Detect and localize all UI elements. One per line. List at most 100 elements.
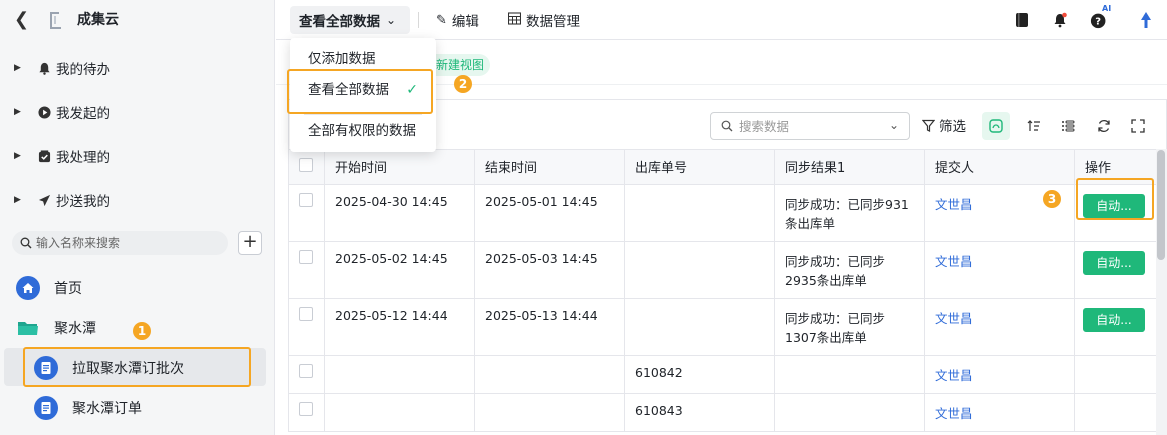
submitter-cell[interactable]: 文世昌 xyxy=(924,393,1075,432)
column-header[interactable]: 开始时间 xyxy=(324,149,475,185)
view-selector-label: 查看全部数据 xyxy=(299,14,380,30)
row-checkbox[interactable] xyxy=(299,250,313,264)
dropdown-item-all-permitted[interactable]: 全部有权限的数据 xyxy=(290,116,436,146)
order-no-cell xyxy=(624,298,775,356)
row-select-cell[interactable] xyxy=(288,393,325,432)
back-arrow-icon[interactable]: ❮ xyxy=(14,10,29,30)
select-all-cell[interactable] xyxy=(288,149,325,185)
filter-label: 筛选 xyxy=(939,119,966,135)
folder-icon xyxy=(16,316,40,340)
row-select-cell[interactable] xyxy=(288,184,325,242)
column-header[interactable]: 提交人 xyxy=(924,149,1075,185)
submitter-cell[interactable]: 文世昌 xyxy=(924,355,1075,394)
annotation-box-1 xyxy=(23,347,251,387)
table-row[interactable]: 2025-04-30 14:45 2025-05-01 14:45 同步成功：已… xyxy=(288,184,1157,242)
sidebar-item-orders[interactable]: 聚水潭订单 xyxy=(34,390,142,426)
start-time-cell: 2025-05-02 14:45 xyxy=(324,241,475,299)
annotation-badge-3: 3 xyxy=(1043,190,1061,208)
sidebar-group-label: 我处理的 xyxy=(56,150,110,166)
data-search-input[interactable] xyxy=(739,118,879,134)
notification-bell-icon[interactable] xyxy=(1050,10,1070,30)
column-header[interactable]: 结束时间 xyxy=(474,149,625,185)
caret-right-icon: ▶ xyxy=(14,195,21,205)
submitter-cell[interactable]: 文世昌 xyxy=(924,241,1075,299)
end-time-cell xyxy=(474,355,625,394)
view-mode-toggle-icon[interactable] xyxy=(982,112,1010,140)
end-time-cell xyxy=(474,393,625,432)
view-selector-button[interactable]: 查看全部数据 ⌄ xyxy=(290,6,410,34)
column-header[interactable]: 同步结果1 xyxy=(774,149,925,185)
start-time-cell xyxy=(324,393,475,432)
pin-icon[interactable] xyxy=(1136,10,1156,30)
play-circle-icon xyxy=(34,105,54,119)
home-icon xyxy=(16,276,40,300)
chevron-down-icon: ⌄ xyxy=(888,118,899,132)
sync-result-cell xyxy=(774,355,925,394)
search-icon xyxy=(721,120,733,132)
auto-action-button[interactable]: 自动... xyxy=(1083,308,1145,332)
app-title: 成集云 xyxy=(77,12,119,28)
sidebar-group-cc[interactable]: ▶ 抄送我的 xyxy=(14,188,110,212)
sidebar-search-input[interactable] xyxy=(36,236,216,250)
action-cell: 自动... xyxy=(1074,241,1157,299)
end-time-cell: 2025-05-03 14:45 xyxy=(474,241,625,299)
order-no-cell: 610842 xyxy=(624,355,775,394)
action-cell xyxy=(1074,393,1157,432)
table-scrollbar-thumb[interactable] xyxy=(1157,150,1165,260)
dropdown-divider xyxy=(304,114,422,115)
book-icon[interactable] xyxy=(1012,10,1032,30)
data-manage-label: 数据管理 xyxy=(526,14,580,30)
refresh-icon[interactable] xyxy=(1090,112,1118,140)
table-row[interactable]: 2025-05-02 14:45 2025-05-03 14:45 同步成功：已… xyxy=(288,241,1157,299)
action-cell xyxy=(1074,355,1157,394)
caret-right-icon: ▶ xyxy=(14,63,21,73)
sidebar-search-box[interactable] xyxy=(12,231,228,255)
row-checkbox[interactable] xyxy=(299,193,313,207)
sort-icon[interactable] xyxy=(1020,112,1048,140)
sidebar-item-jushuitan[interactable]: 聚水潭 xyxy=(16,310,96,346)
help-ai-icon[interactable]: ? AI xyxy=(1090,4,1111,30)
row-checkbox[interactable] xyxy=(299,364,313,378)
table-row[interactable]: 610843 文世昌 xyxy=(288,393,1157,432)
action-cell: 自动... xyxy=(1074,298,1157,356)
filter-button[interactable]: 筛选 xyxy=(922,115,966,135)
table-header-row: 开始时间 结束时间 出库单号 同步结果1 提交人 操作 xyxy=(288,149,1157,185)
top-bar: 查看全部数据 ⌄ ✎ 编辑 数据管理 ? AI xyxy=(276,0,1167,40)
auto-action-button[interactable]: 自动... xyxy=(1083,251,1145,275)
row-select-cell[interactable] xyxy=(288,298,325,356)
table-row[interactable]: 2025-05-12 14:44 2025-05-13 14:44 同步成功：已… xyxy=(288,298,1157,356)
sync-result-cell: 同步成功：已同步1307条出库单 xyxy=(774,298,925,356)
caret-right-icon: ▶ xyxy=(14,107,21,117)
sidebar-item-label: 首页 xyxy=(54,281,82,297)
sidebar-group-label: 抄送我的 xyxy=(56,194,110,210)
table-row[interactable]: 610842 文世昌 xyxy=(288,355,1157,394)
sidebar-group-initiated[interactable]: ▶ 我发起的 xyxy=(14,100,110,124)
data-manage-button[interactable]: 数据管理 xyxy=(507,10,580,30)
sidebar-group-todo[interactable]: ▶ 我的待办 xyxy=(14,56,110,80)
caret-right-icon: ▶ xyxy=(14,151,21,161)
check-box-icon xyxy=(34,149,54,163)
submitter-cell[interactable]: 文世昌 xyxy=(924,298,1075,356)
field-list-icon[interactable] xyxy=(1054,112,1082,140)
sidebar-group-label: 我发起的 xyxy=(56,106,110,122)
row-select-cell[interactable] xyxy=(288,355,325,394)
sidebar-item-label: 聚水潭 xyxy=(54,321,96,337)
select-all-checkbox[interactable] xyxy=(299,158,313,172)
column-header[interactable]: 出库单号 xyxy=(624,149,775,185)
ai-badge: AI xyxy=(1102,4,1112,13)
sidebar-group-label: 我的待办 xyxy=(56,62,110,78)
order-no-cell xyxy=(624,241,775,299)
sidebar-item-home[interactable]: 首页 xyxy=(16,270,82,306)
add-icon[interactable]: + xyxy=(238,231,262,255)
row-checkbox[interactable] xyxy=(299,402,313,416)
svg-text:?: ? xyxy=(1095,17,1101,28)
filter-icon xyxy=(922,119,935,132)
sidebar-group-handled[interactable]: ▶ 我处理的 xyxy=(14,144,110,168)
fullscreen-icon[interactable] xyxy=(1124,112,1152,140)
annotation-box-2 xyxy=(287,69,433,114)
row-select-cell[interactable] xyxy=(288,241,325,299)
row-checkbox[interactable] xyxy=(299,307,313,321)
edit-button[interactable]: ✎ 编辑 xyxy=(436,10,479,31)
table-icon xyxy=(507,11,522,29)
data-search-box[interactable]: ⌄ xyxy=(710,112,910,140)
